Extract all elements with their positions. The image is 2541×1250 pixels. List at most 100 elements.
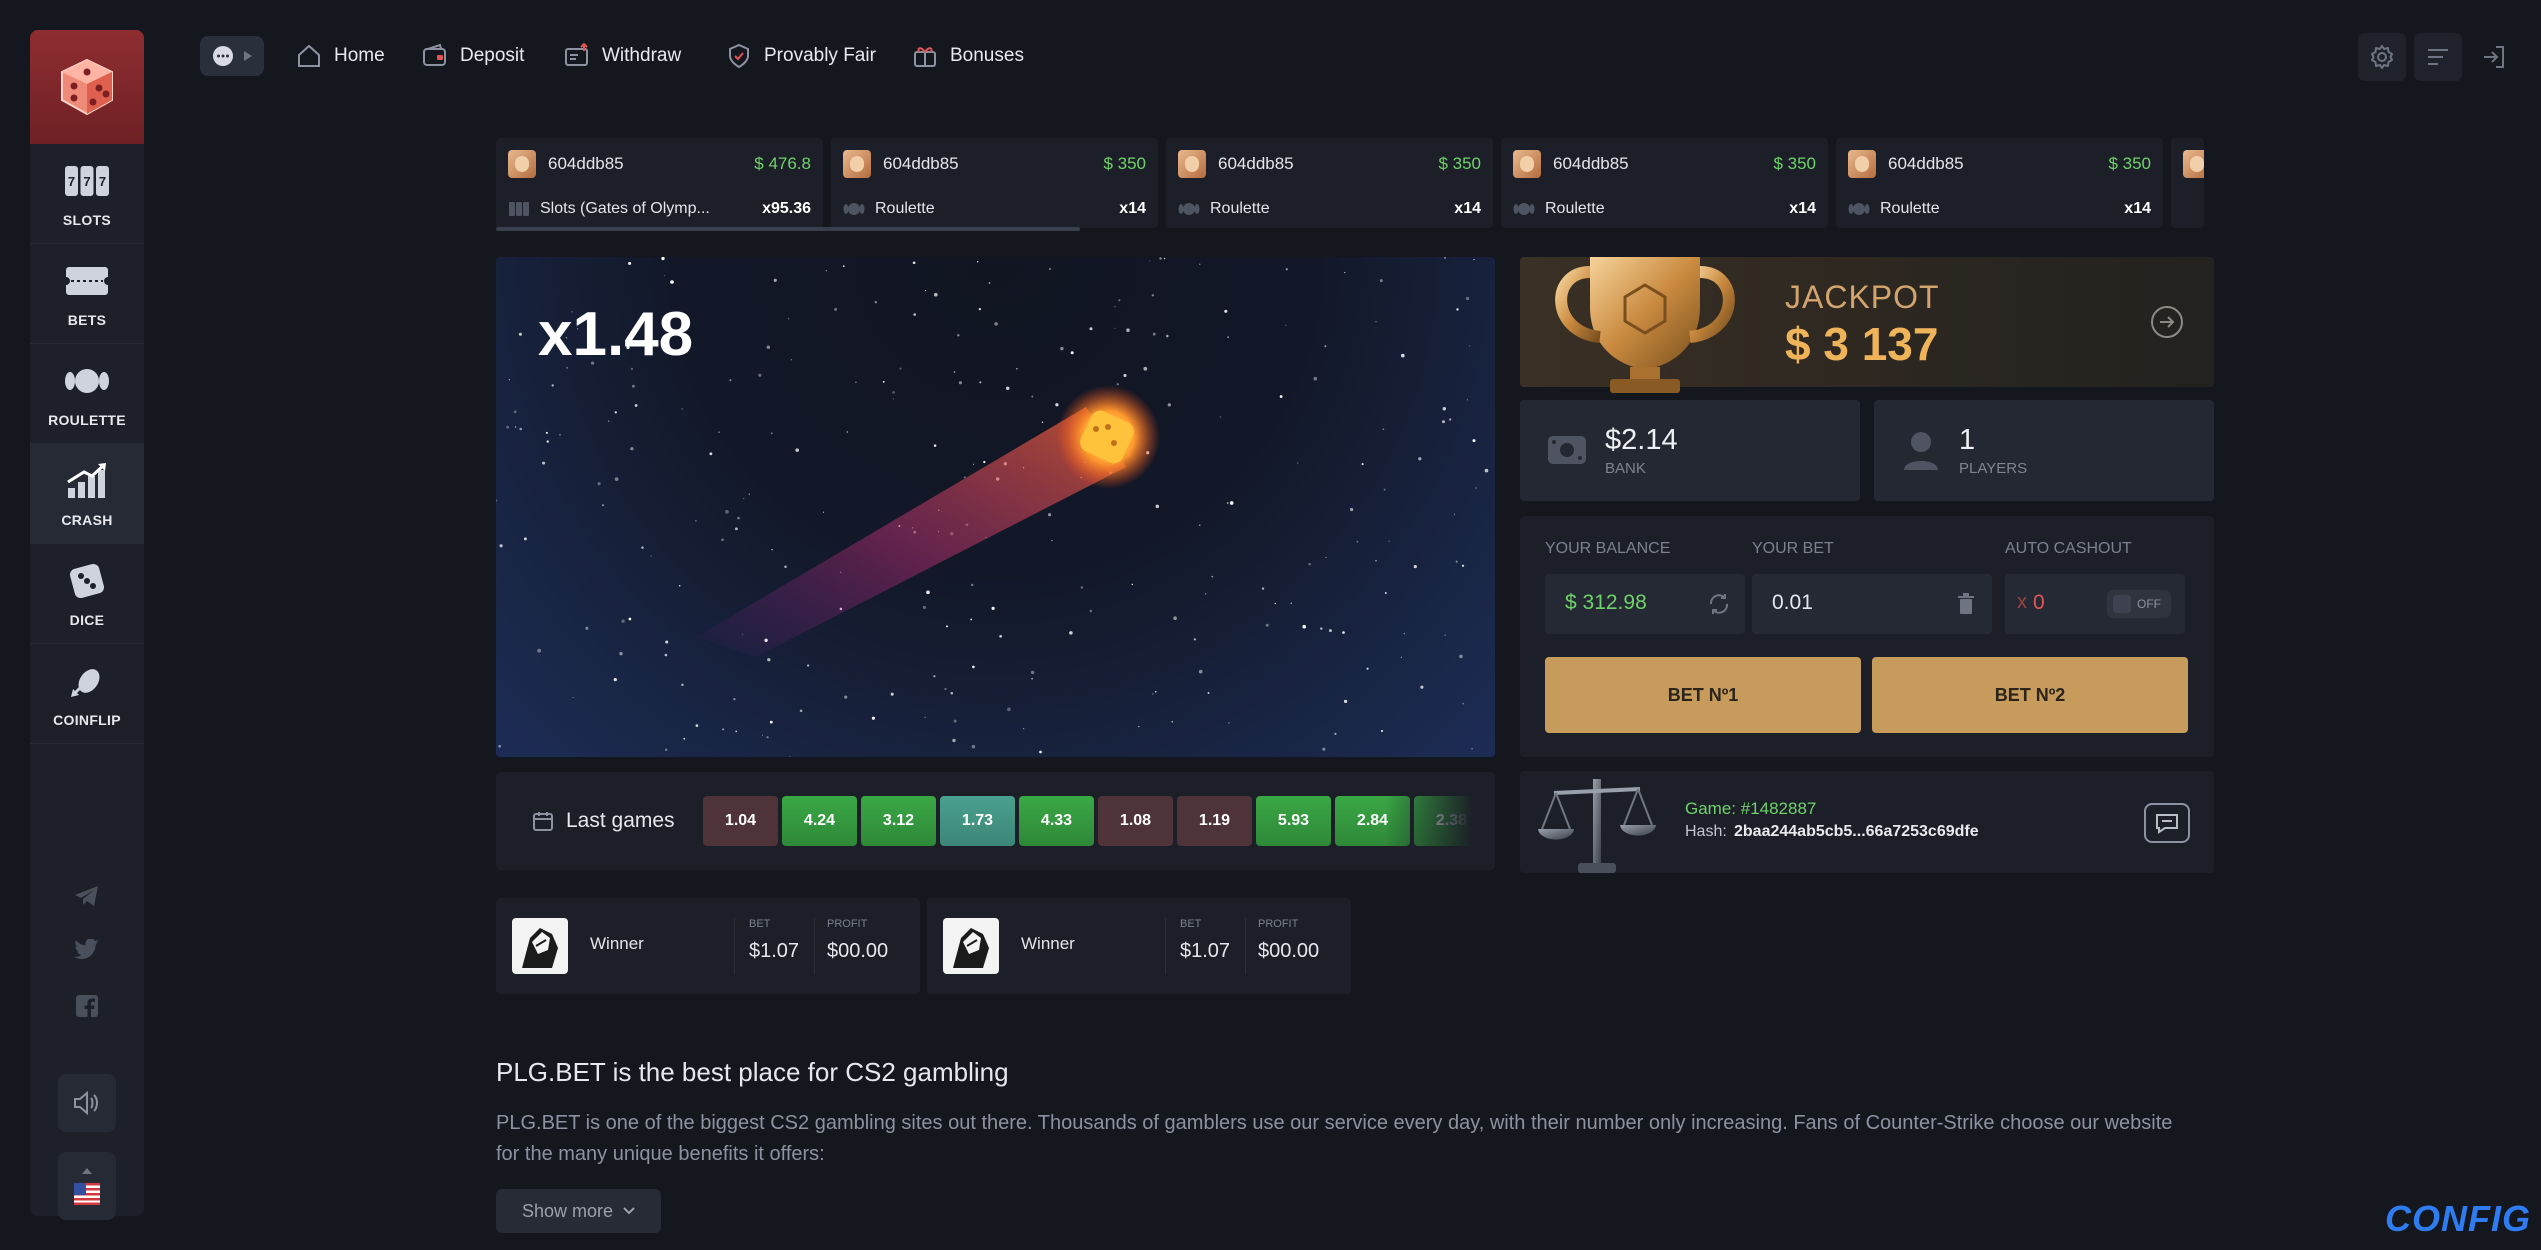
menu-button[interactable] xyxy=(2414,33,2462,81)
jackpot-banner[interactable]: JACKPOT $ 3 137 xyxy=(1520,257,2214,393)
auto-cashout-prefix: x xyxy=(2017,591,2027,613)
show-more-button[interactable]: Show more xyxy=(496,1189,661,1233)
roulette-icon xyxy=(1848,203,1870,215)
nav-dice[interactable]: DICE xyxy=(30,544,144,644)
telegram-icon[interactable] xyxy=(67,876,107,916)
chat-icon xyxy=(213,46,233,66)
chat-toggle-button[interactable] xyxy=(200,36,264,76)
nav-withdraw-label: Withdraw xyxy=(602,45,682,66)
login-button[interactable] xyxy=(2470,33,2518,81)
gift-icon xyxy=(914,47,936,67)
ticker-username: 604ddb85 xyxy=(1888,154,1964,173)
winner-profit-label: PROFIT xyxy=(1258,918,1299,930)
ticker-item[interactable]: 604ddb85 $ 476.8 Slots (Gates of Olymp... x… xyxy=(496,138,823,228)
us-flag-icon xyxy=(74,1183,100,1205)
ticker-username: 604ddb85 xyxy=(1218,154,1294,173)
nav-bonuses-label: Bonuses xyxy=(950,45,1024,66)
ticker-multiplier: x14 xyxy=(1454,200,1481,217)
twitter-icon[interactable] xyxy=(67,930,107,970)
ticker-item[interactable]: 604ddb85 $ 350 Roulette x14 xyxy=(831,138,1158,228)
sound-button[interactable] xyxy=(58,1074,116,1132)
facebook-icon[interactable] xyxy=(67,986,107,1026)
bet-panel: YOUR BALANCE YOUR BET AUTO CASHOUT $ 312… xyxy=(1520,516,2214,757)
speaker-icon xyxy=(74,1091,98,1115)
ticker-game: Roulette xyxy=(875,200,935,217)
ticker-multiplier: x14 xyxy=(2124,200,2151,217)
verify-button[interactable] xyxy=(2144,803,2190,843)
ticker-item-partial[interactable] xyxy=(2171,138,2204,228)
ticker-row: 604ddb85 $ 350 xyxy=(1513,150,1816,178)
bank-value: $2.14 xyxy=(1605,424,1678,456)
last-games-label-wrap: Last games xyxy=(532,772,675,870)
nav-home[interactable]: Home xyxy=(296,36,385,76)
user-avatar xyxy=(2183,150,2204,178)
last-game-chip[interactable]: 1.73 xyxy=(940,796,1015,846)
winner-name: Winner xyxy=(1021,934,1075,953)
sign-in-icon xyxy=(2484,46,2504,68)
svg-text:7: 7 xyxy=(99,174,106,189)
nav-crash[interactable]: CRASH xyxy=(30,444,144,544)
ticker-multiplier: x95.36 xyxy=(762,200,811,217)
last-game-chip[interactable]: 1.19 xyxy=(1177,796,1252,846)
auto-cashout-input[interactable]: x 0 OFF xyxy=(2005,574,2185,634)
nav-provably-fair[interactable]: Provably Fair xyxy=(726,36,876,76)
auto-cashout-value[interactable]: 0 xyxy=(2033,591,2045,615)
last-game-chip[interactable]: 3.12 xyxy=(861,796,936,846)
nav-withdraw[interactable]: Withdraw xyxy=(564,36,681,76)
ticker-item[interactable]: 604ddb85 $ 350 Roulette x14 xyxy=(1501,138,1828,228)
ticker-item[interactable]: 604ddb85 $ 350 Roulette x14 xyxy=(1836,138,2163,228)
roulette-icon xyxy=(64,360,110,402)
jackpot-label: JACKPOT xyxy=(1785,279,1940,315)
ticker-item[interactable]: 604ddb85 $ 350 Roulette x14 xyxy=(1166,138,1493,228)
cash-icon xyxy=(1548,436,1586,464)
bet-label: YOUR BET xyxy=(1752,540,1834,557)
ticker-username: 604ddb85 xyxy=(1553,154,1629,173)
nav-bets[interactable]: BETS xyxy=(30,244,144,344)
nav-roulette[interactable]: ROULETTE xyxy=(30,344,144,444)
refresh-icon[interactable] xyxy=(1707,592,1731,616)
trash-icon[interactable] xyxy=(1956,593,1976,615)
ticker-multiplier: x14 xyxy=(1789,200,1816,217)
divider xyxy=(1165,918,1166,974)
crash-game-area: x1.48 xyxy=(496,257,1495,757)
last-game-chip[interactable]: 5.93 xyxy=(1256,796,1331,846)
last-game-chip[interactable]: 4.33 xyxy=(1019,796,1094,846)
auto-cashout-toggle[interactable]: OFF xyxy=(2107,590,2171,618)
divider xyxy=(814,918,815,974)
gear-icon xyxy=(2371,45,2393,69)
last-game-chip[interactable]: 1.04 xyxy=(703,796,778,846)
user-avatar xyxy=(843,150,871,178)
user-icon xyxy=(1904,432,1938,470)
settings-button[interactable] xyxy=(2358,33,2406,81)
bet-2-button[interactable]: BET Nº2 xyxy=(1872,657,2188,733)
nav-bonuses[interactable]: Bonuses xyxy=(912,36,1024,76)
nav-dice-label: DICE xyxy=(69,611,105,628)
bet-value[interactable]: 0.01 xyxy=(1772,591,1813,615)
ticker-row xyxy=(2183,150,2204,178)
nav-slots-label: SLOTS xyxy=(62,211,112,228)
crash-icon xyxy=(64,460,110,502)
shield-icon xyxy=(729,43,749,69)
last-game-chip[interactable]: 1.08 xyxy=(1098,796,1173,846)
config-watermark-logo: CONFIG xyxy=(2385,1198,2531,1239)
players-stat: 1 PLAYERS xyxy=(1874,400,2214,501)
logo-dice-icon[interactable] xyxy=(30,30,144,144)
nav-coinflip[interactable]: COINFLIP xyxy=(30,644,144,744)
ticker-row: Slots (Gates of Olymp... x95.36 xyxy=(508,198,811,220)
ticker-game: Roulette xyxy=(1880,200,1940,217)
play-arrow-icon xyxy=(244,51,252,61)
seo-text: PLG.BET is one of the biggest CS2 gambli… xyxy=(496,1112,2173,1165)
last-game-chip[interactable]: 4.24 xyxy=(782,796,857,846)
language-button[interactable] xyxy=(58,1152,116,1220)
arrow-circle-right-icon[interactable] xyxy=(2150,305,2184,339)
coinflip-icon xyxy=(64,660,110,702)
winner-profit-label: PROFIT xyxy=(827,918,868,930)
fair-game-id[interactable]: Game: #1482887 xyxy=(1685,799,1816,819)
nav-deposit[interactable]: Deposit xyxy=(422,36,524,76)
bet-input[interactable]: 0.01 xyxy=(1752,574,1992,634)
ticker-scrollbar[interactable] xyxy=(496,227,1080,231)
ticker-amount: $ 350 xyxy=(1773,154,1816,173)
bet-1-button[interactable]: BET Nº1 xyxy=(1545,657,1861,733)
crash-multiplier: x1.48 xyxy=(538,300,694,369)
nav-slots[interactable]: 777 SLOTS xyxy=(30,144,144,244)
